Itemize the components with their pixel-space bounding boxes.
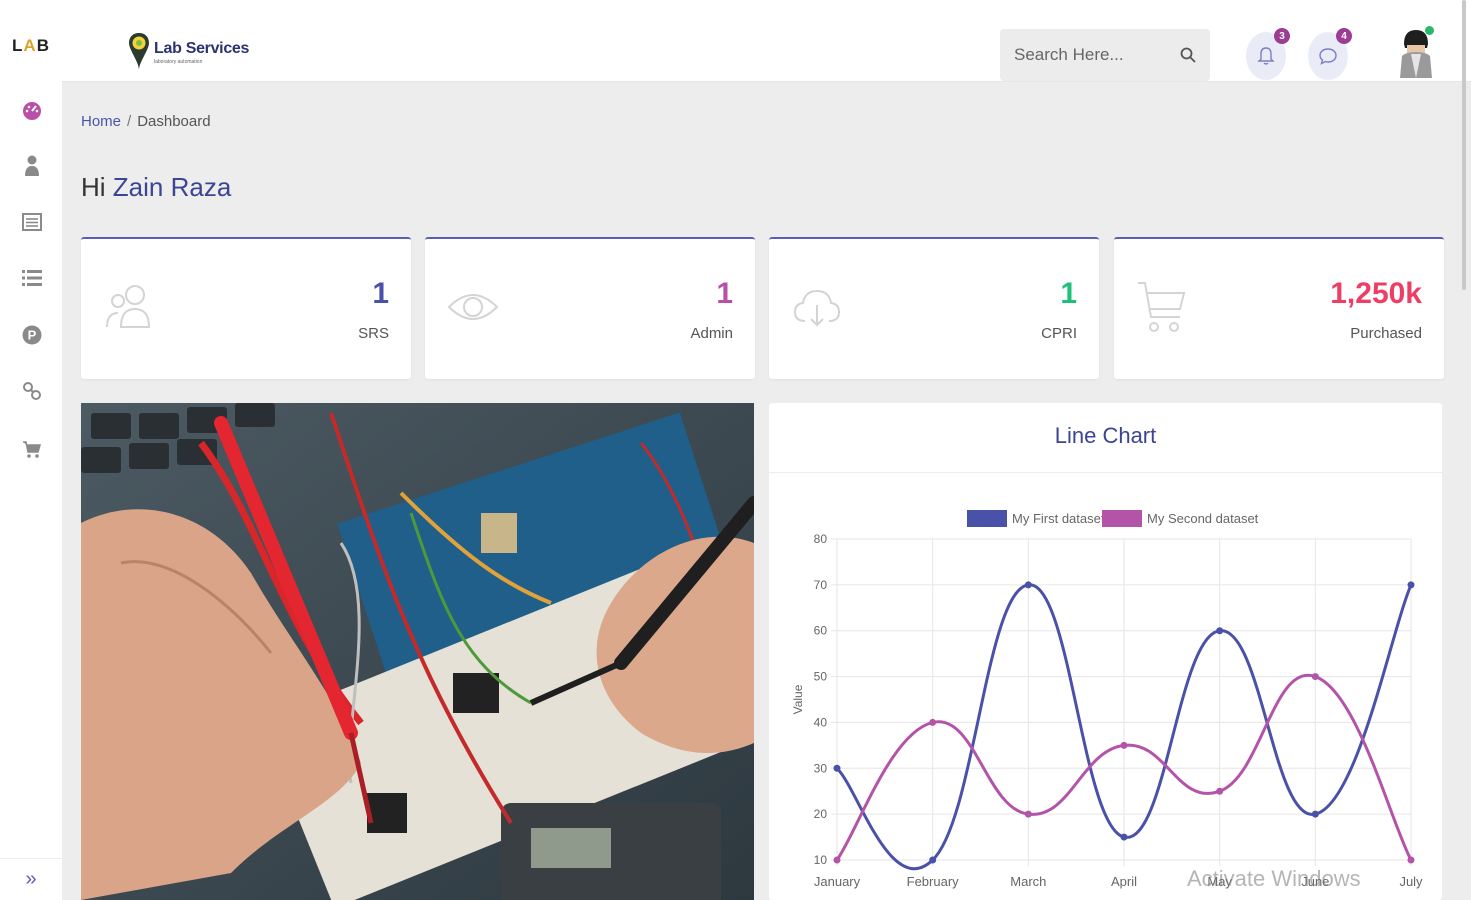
greeting-prefix: Hi <box>81 172 106 202</box>
cart-icon <box>1136 281 1188 342</box>
expand-sidebar-button[interactable]: » <box>0 858 62 900</box>
x-tick-label: February <box>907 874 960 889</box>
top-navbar: Lab Services laboratory automation 3 4 <box>62 0 1471 82</box>
data-point <box>1407 856 1415 864</box>
legend-swatch <box>967 510 1007 527</box>
y-tick-label: 20 <box>814 807 828 821</box>
stat-value: 1 <box>1060 277 1077 310</box>
stat-label: Admin <box>690 325 733 342</box>
svg-text:P: P <box>28 328 37 343</box>
y-tick-label: 60 <box>814 624 828 638</box>
list-box-icon[interactable] <box>19 209 45 235</box>
stat-card-cpri[interactable]: 1 CPRI <box>769 237 1099 379</box>
data-point <box>1311 810 1319 818</box>
user-icon[interactable] <box>19 153 45 179</box>
breadcrumb-home-link[interactable]: Home <box>81 113 121 130</box>
cloud-download-icon <box>791 281 843 338</box>
dashboard-icon[interactable] <box>19 98 45 124</box>
legend-label: My First dataset <box>1012 511 1105 526</box>
sidebar-rail: LAB P » <box>0 0 62 900</box>
y-tick-label: 30 <box>814 761 828 775</box>
avatar[interactable] <box>1396 26 1436 78</box>
y-tick-label: 70 <box>814 578 828 592</box>
lab-photo <box>81 403 754 900</box>
messages-button[interactable]: 4 <box>1308 28 1352 80</box>
online-status-dot <box>1425 26 1434 35</box>
brand-logo[interactable]: Lab Services laboratory automation <box>128 32 249 72</box>
notifications-button[interactable]: 3 <box>1246 28 1290 80</box>
data-point <box>1216 787 1224 795</box>
greeting-user-name: Zain Raza <box>112 172 232 202</box>
search-input[interactable] <box>1014 45 1174 65</box>
data-point <box>833 764 841 772</box>
cart-icon[interactable] <box>19 436 45 462</box>
chart-title: Line Chart <box>1054 423 1157 448</box>
logo-letter-b: B <box>36 36 50 55</box>
legend-label: My Second dataset <box>1147 511 1259 526</box>
brand-name: Lab Services <box>154 39 250 57</box>
page-title: Hi Zain Raza <box>81 172 231 203</box>
chat-icon <box>1319 48 1337 65</box>
data-point <box>1024 810 1032 818</box>
stat-value: 1 <box>372 277 389 310</box>
brand-tagline: laboratory automation <box>154 58 203 65</box>
y-axis-label: Value <box>791 684 805 714</box>
logo-letter-l: L <box>12 36 24 55</box>
line-chart: 10 20 30 40 50 60 70 80 January February March Apri… <box>791 510 1423 889</box>
stat-label: Purchased <box>1350 325 1422 342</box>
data-point <box>833 856 841 864</box>
x-tick-label: March <box>1010 874 1046 889</box>
map-pin-icon <box>129 33 149 70</box>
search-icon[interactable] <box>1180 47 1196 63</box>
notifications-badge: 3 <box>1274 28 1290 44</box>
breadcrumb: Home / Dashboard <box>81 113 211 130</box>
parking-icon[interactable]: P <box>19 322 45 348</box>
y-tick-label: 10 <box>814 853 828 867</box>
legend-swatch <box>1102 510 1142 527</box>
line-chart-card: Line Chart 10 20 30 40 50 60 70 80 January Februa… <box>769 403 1442 900</box>
y-tick-label: 50 <box>814 670 828 684</box>
page-scrollbar[interactable] <box>1462 0 1466 290</box>
stat-card-purchased[interactable]: 1,250k Purchased <box>1114 237 1444 379</box>
chevron-double-right-icon: » <box>25 868 37 890</box>
bell-icon <box>1257 47 1275 65</box>
data-point <box>1120 741 1128 749</box>
users-icon <box>103 281 155 338</box>
x-tick-label: July <box>1399 874 1423 889</box>
logo-letter-a: A <box>23 36 37 55</box>
stat-card-admin[interactable]: 1 Admin <box>425 237 755 379</box>
y-tick-label: 40 <box>814 715 828 729</box>
stat-value: 1 <box>716 277 733 310</box>
list-icon[interactable] <box>19 265 45 291</box>
eye-icon <box>447 281 499 338</box>
search-box <box>1000 29 1210 81</box>
link-icon[interactable] <box>19 378 45 404</box>
breadcrumb-separator: / <box>127 113 132 130</box>
activate-windows-watermark: Activate Windows <box>1187 866 1361 891</box>
x-tick-label: January <box>814 874 861 889</box>
data-point <box>1407 581 1415 589</box>
data-point <box>1024 581 1032 589</box>
messages-badge: 4 <box>1336 28 1352 44</box>
rail-logo[interactable]: LAB <box>0 36 62 56</box>
data-point <box>1216 627 1224 635</box>
data-point <box>929 718 937 726</box>
stat-value: 1,250k <box>1330 277 1422 310</box>
stat-card-srs[interactable]: 1 SRS <box>81 237 411 379</box>
data-point <box>1120 833 1128 841</box>
data-point <box>929 856 937 864</box>
stat-label: CPRI <box>1041 325 1077 342</box>
breadcrumb-current: Dashboard <box>137 113 211 130</box>
y-tick-label: 80 <box>814 532 828 546</box>
x-tick-label: April <box>1111 874 1137 889</box>
stat-label: SRS <box>358 325 389 342</box>
data-point <box>1311 673 1319 681</box>
